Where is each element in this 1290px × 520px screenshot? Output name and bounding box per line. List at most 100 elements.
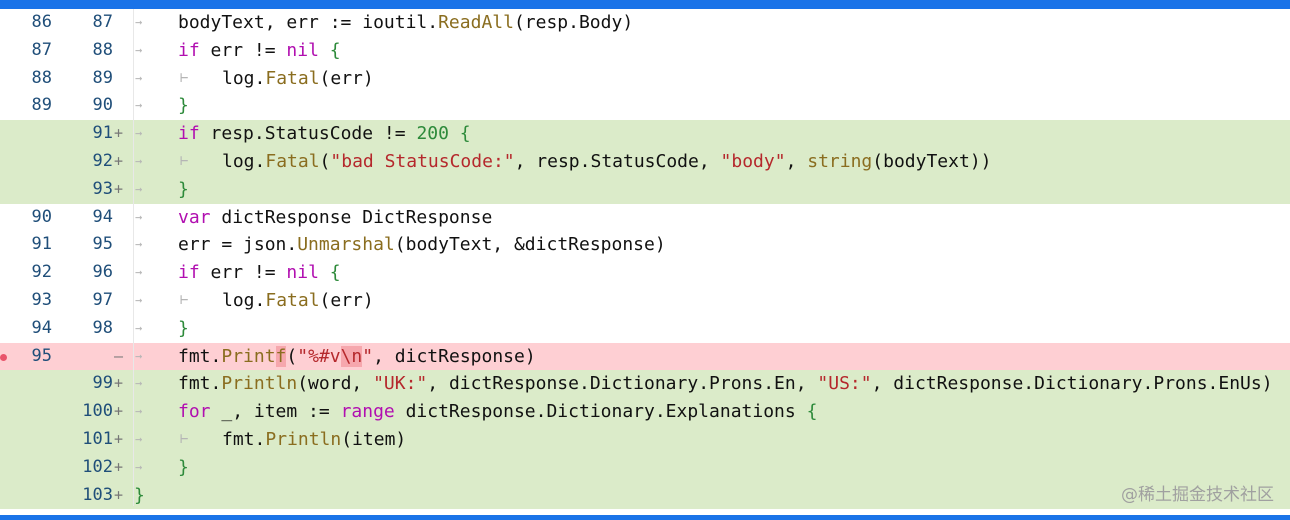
diff-line-context[interactable]: 94 98 →} [0, 315, 1290, 343]
code-text[interactable]: log.Fatal(err) [222, 65, 374, 93]
old-line-number: 87 [31, 39, 52, 60]
old-line-number [0, 482, 52, 510]
whitespace-tab-icon: → [135, 404, 143, 419]
diff-line-added[interactable]: 103 +} [0, 481, 1290, 510]
new-line-number: 92 [92, 150, 113, 171]
new-line-number: 95 [92, 234, 113, 255]
code-text[interactable]: for _, item := range dictResponse.Dictio… [178, 398, 817, 426]
whitespace-tab-icon: → [135, 98, 143, 113]
diff-line-added[interactable]: 101 + → ⊢ fmt.Println(item) [0, 425, 1290, 454]
new-line-number: 89 [92, 67, 113, 88]
diff-line-added[interactable]: 91 + → if resp.StatusCode != 200 { [0, 120, 1290, 148]
old-line-number: 92 [31, 262, 52, 283]
new-line-number: 101 [82, 428, 113, 449]
diff-marker: + [114, 402, 124, 421]
code-text[interactable]: fmt.Printf("%#v\n", dictResponse) [178, 343, 536, 371]
code-text[interactable]: } [178, 176, 189, 204]
old-line-number [0, 120, 52, 148]
new-line-number: 94 [92, 206, 113, 227]
new-line-number: 96 [92, 262, 113, 283]
diff-line-context[interactable]: 90 94 → var dictResponse DictResponse [0, 204, 1290, 232]
code-text[interactable]: fmt.Println(item) [222, 426, 406, 454]
new-line-number: 88 [92, 39, 113, 60]
old-line-number: 93 [31, 289, 52, 310]
whitespace-tab-icon: → [135, 237, 143, 252]
whitespace-tab-icon: → [135, 126, 143, 141]
diff-line-removed[interactable]: 95 — → fmt.Printf("%#v\n", dictResponse) [0, 342, 1290, 371]
old-line-number: 94 [31, 317, 52, 338]
diff-marker: + [114, 179, 124, 198]
code-text[interactable]: } [178, 454, 189, 482]
code-text[interactable]: } [134, 482, 145, 510]
old-line-number: 86 [31, 12, 52, 32]
old-line-number [0, 148, 52, 176]
new-line-number: 98 [92, 317, 113, 338]
code-text[interactable]: bodyText, err := ioutil.ReadAll(resp.Bod… [178, 9, 633, 37]
old-line-number: 95 [31, 345, 52, 366]
code-text[interactable]: fmt.Println(word, "UK:", dictResponse.Di… [178, 370, 1273, 398]
whitespace-tab-icon: → [135, 209, 143, 224]
old-line-number [0, 398, 52, 426]
old-line-number [0, 426, 52, 454]
indent-guide-icon: ⊢ [180, 291, 189, 308]
diff-marker: + [114, 457, 124, 476]
diff-line-context[interactable]: 88 89 → ⊢ log.Fatal(err) [0, 65, 1290, 93]
new-line-number: 87 [92, 12, 113, 32]
new-line-number: 90 [92, 95, 113, 116]
diff-line-context[interactable]: 92 96 → if err != nil { [0, 259, 1290, 287]
new-line-number: 93 [92, 178, 113, 199]
diff-view[interactable]: 86 87 → bodyText, err := ioutil.ReadAll(res… [0, 9, 1290, 510]
whitespace-tab-icon: → [135, 292, 143, 307]
indent-guide-icon: ⊢ [180, 430, 189, 447]
old-line-number: 91 [31, 234, 52, 255]
new-line-number [60, 343, 113, 371]
diff-line-context[interactable]: 87 88 → if err != nil { [0, 37, 1290, 65]
diff-line-added[interactable]: 99 + → fmt.Println(word, "UK:", dictRespons… [0, 370, 1290, 399]
new-line-number: 103 [82, 484, 113, 505]
diff-marker: — [114, 346, 124, 365]
diff-line-context[interactable]: 89 90 →} [0, 92, 1290, 120]
code-text[interactable]: if resp.StatusCode != 200 { [178, 120, 471, 148]
diff-marker: + [114, 429, 124, 448]
code-text[interactable]: err = json.Unmarshal(bodyText, &dictResp… [178, 231, 666, 259]
diff-line-added[interactable]: 100 + → for _, item := range dictResponse.D… [0, 398, 1290, 426]
diff-line-context[interactable]: 91 95 → err = json.Unmarshal(bodyText, &dic… [0, 231, 1290, 259]
diff-line-added[interactable]: 102 + →} [0, 453, 1290, 482]
new-line-number: 100 [82, 401, 113, 422]
whitespace-tab-icon: → [135, 348, 143, 363]
old-line-number: 90 [31, 206, 52, 227]
new-line-number: 97 [92, 289, 113, 310]
code-text[interactable]: log.Fatal("bad StatusCode:", resp.Status… [222, 148, 992, 176]
indent-guide-icon: ⊢ [180, 152, 189, 169]
new-line-number: 99 [92, 373, 113, 394]
new-line-number: 102 [82, 456, 113, 477]
code-text[interactable]: var dictResponse DictResponse [178, 204, 492, 232]
diff-line-context[interactable]: 93 97 → ⊢ log.Fatal(err) [0, 287, 1290, 315]
diff-marker: + [114, 151, 124, 170]
whitespace-tab-icon: → [135, 153, 143, 168]
diff-line-added[interactable]: 93 + →} [0, 175, 1290, 204]
whitespace-tab-icon: → [135, 265, 143, 280]
diff-marker: + [114, 124, 124, 143]
code-text[interactable]: log.Fatal(err) [222, 287, 374, 315]
whitespace-tab-icon: → [135, 15, 143, 29]
diff-line-added[interactable]: 92 + → ⊢ log.Fatal("bad StatusCode:", resp.S… [0, 147, 1290, 176]
code-text[interactable]: } [178, 92, 189, 120]
diff-line-context[interactable]: 86 87 → bodyText, err := ioutil.ReadAll(res… [0, 9, 1290, 37]
old-line-number [0, 454, 52, 482]
code-text[interactable]: } [178, 315, 189, 343]
diff-marker: + [114, 374, 124, 393]
top-border [0, 0, 1290, 9]
whitespace-tab-icon: → [135, 431, 143, 446]
whitespace-tab-icon: → [135, 42, 143, 57]
code-text[interactable]: if err != nil { [178, 37, 341, 65]
old-line-number: 89 [31, 95, 52, 116]
whitespace-tab-icon: → [135, 320, 143, 335]
diff-marker: + [114, 485, 124, 504]
whitespace-tab-icon: → [135, 181, 143, 196]
old-line-number: 88 [31, 67, 52, 88]
bottom-border [0, 515, 1290, 520]
gutter-separator [133, 9, 134, 506]
code-text[interactable]: if err != nil { [178, 259, 341, 287]
old-line-number [0, 176, 52, 204]
